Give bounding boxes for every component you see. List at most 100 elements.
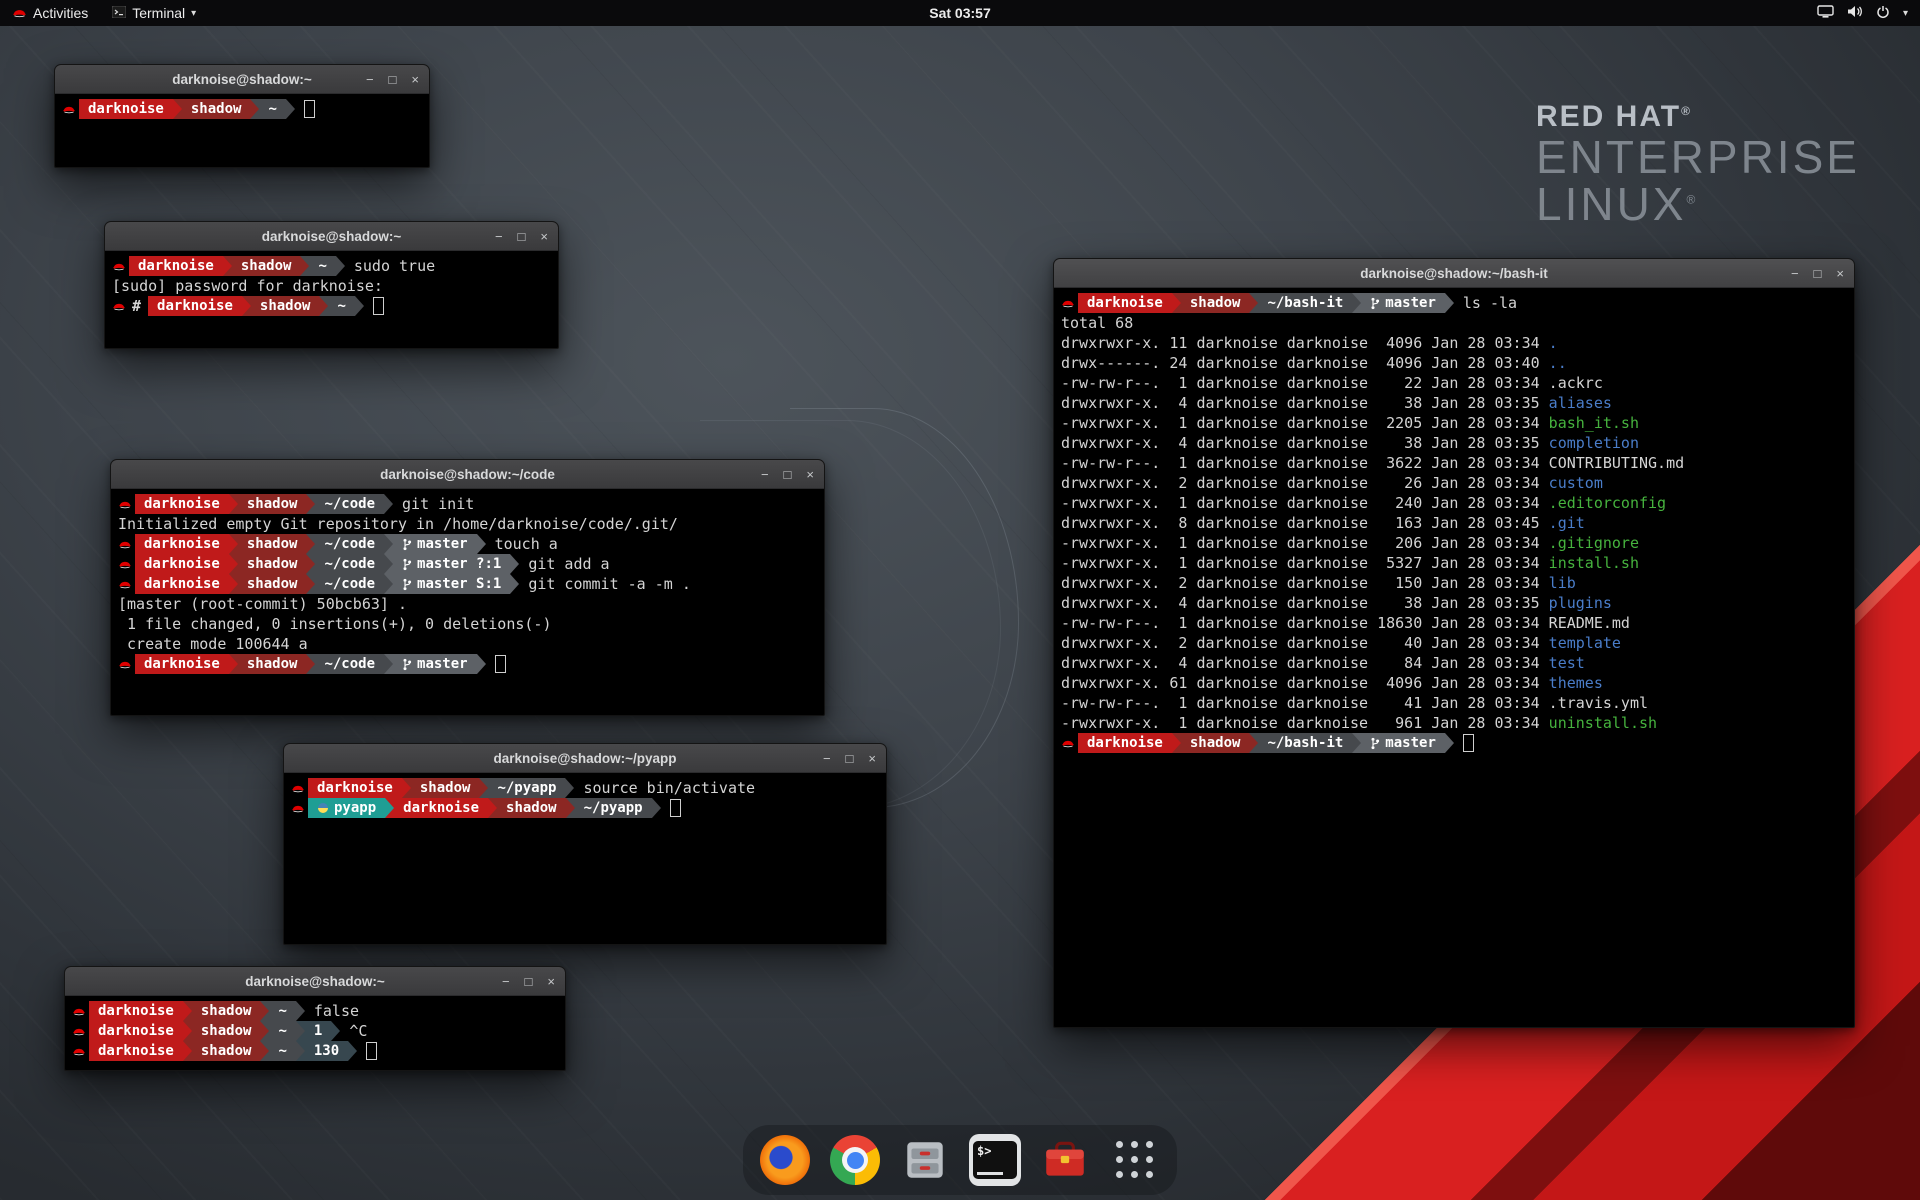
close-button[interactable]: × xyxy=(547,975,555,988)
file-name: uninstall.sh xyxy=(1549,714,1657,732)
brand-red-hat: RED HAT® xyxy=(1536,100,1860,134)
terminal-prompt-line: darknoiseshadow~/codemaster xyxy=(118,654,817,674)
prompt-segment: darknoise xyxy=(1078,293,1172,313)
maximize-button[interactable]: □ xyxy=(784,468,792,481)
terminal-cursor xyxy=(1463,734,1474,752)
dock-firefox-icon[interactable] xyxy=(759,1134,811,1186)
file-name: README.md xyxy=(1549,614,1630,632)
powerline-arrow-icon xyxy=(510,554,519,574)
dock-software-icon[interactable] xyxy=(1039,1134,1091,1186)
powerline-arrow-icon xyxy=(229,534,238,554)
powerline-arrow-icon xyxy=(229,494,238,514)
powerline-arrow-icon xyxy=(296,1041,305,1061)
terminal-prompt-line: darknoiseshadow~/pyappsource bin/activat… xyxy=(291,778,879,798)
window-titlebar[interactable]: darknoise@shadow:~ − □ × xyxy=(105,222,558,251)
minimize-button[interactable]: − xyxy=(502,975,510,988)
terminal-content[interactable]: darknoiseshadow~sudo true[sudo] password… xyxy=(105,251,558,321)
maximize-button[interactable]: □ xyxy=(846,752,854,765)
close-button[interactable]: × xyxy=(806,468,814,481)
terminal-prompt-line: darknoiseshadow~/codemaster S:1git commi… xyxy=(118,574,817,594)
redhat-icon xyxy=(62,104,76,114)
close-button[interactable]: × xyxy=(540,230,548,243)
file-listing-row: drwxrwxr-x. 4 darknoise darknoise 38 Jan… xyxy=(1061,593,1847,613)
maximize-button[interactable]: □ xyxy=(1814,267,1822,280)
maximize-button[interactable]: □ xyxy=(525,975,533,988)
redhat-icon xyxy=(72,1026,86,1036)
powerline-arrow-icon xyxy=(306,554,315,574)
maximize-button[interactable]: □ xyxy=(518,230,526,243)
terminal-content[interactable]: darknoiseshadow~/pyappsource bin/activat… xyxy=(284,773,886,823)
clock[interactable]: Sat 03:57 xyxy=(929,5,990,21)
window-titlebar[interactable]: darknoise@shadow:~/bash-it − □ × xyxy=(1054,259,1854,288)
close-button[interactable]: × xyxy=(1836,267,1844,280)
command-text: git init xyxy=(402,494,474,514)
prompt-segment: master ?:1 xyxy=(393,554,510,574)
minimize-button[interactable]: − xyxy=(366,73,374,86)
terminal-content[interactable]: darknoiseshadow~falsedarknoiseshadow~1^C… xyxy=(65,996,565,1066)
terminal-prompt-line: darknoiseshadow~ xyxy=(62,99,422,119)
terminal-content[interactable]: darknoiseshadow~ xyxy=(55,94,429,124)
file-listing-row: drwxrwxr-x. 8 darknoise darknoise 163 Ja… xyxy=(1061,513,1847,533)
dock-files-icon[interactable] xyxy=(899,1134,951,1186)
activities-button[interactable]: Activities xyxy=(0,0,100,26)
terminal-prompt-line: darknoiseshadow~sudo true xyxy=(112,256,551,276)
file-name: CONTRIBUTING.md xyxy=(1549,454,1684,472)
dock-chrome-icon[interactable] xyxy=(829,1134,881,1186)
window-titlebar[interactable]: darknoise@shadow:~ − □ × xyxy=(55,65,429,94)
prompt-segment: master xyxy=(1361,733,1445,753)
dock-terminal-icon[interactable]: $> xyxy=(969,1134,1021,1186)
minimize-button[interactable]: − xyxy=(823,752,831,765)
prompt-segment: darknoise xyxy=(129,256,223,276)
file-listing-row: -rwxrwxr-x. 1 darknoise darknoise 961 Ja… xyxy=(1061,713,1847,733)
file-listing-row: -rwxrwxr-x. 1 darknoise darknoise 5327 J… xyxy=(1061,553,1847,573)
file-name: .. xyxy=(1549,354,1567,372)
close-button[interactable]: × xyxy=(411,73,419,86)
power-icon xyxy=(1876,5,1890,22)
command-text: false xyxy=(314,1001,359,1021)
file-name: themes xyxy=(1549,674,1603,692)
file-listing-row: -rw-rw-r--. 1 darknoise darknoise 18630 … xyxy=(1061,613,1847,633)
prompt-segment: shadow xyxy=(192,1021,261,1041)
file-listing-row: drwxrwxr-x. 11 darknoise darknoise 4096 … xyxy=(1061,333,1847,353)
powerline-arrow-icon xyxy=(331,1021,340,1041)
close-button[interactable]: × xyxy=(868,752,876,765)
window-titlebar[interactable]: darknoise@shadow:~ − □ × xyxy=(65,967,565,996)
prompt-segment: darknoise xyxy=(308,778,402,798)
minimize-button[interactable]: − xyxy=(1791,267,1799,280)
minimize-button[interactable]: − xyxy=(761,468,769,481)
terminal-prompt-line: pyappdarknoiseshadow~/pyapp xyxy=(291,798,879,818)
maximize-button[interactable]: □ xyxy=(389,73,397,86)
redhat-icon xyxy=(112,261,126,271)
window-titlebar[interactable]: darknoise@shadow:~/code − □ × xyxy=(111,460,824,489)
system-status-area[interactable]: ▾ xyxy=(1805,5,1920,22)
terminal-content[interactable]: darknoiseshadow~/bash-itmasterls -latota… xyxy=(1054,288,1854,758)
prompt-segment: shadow xyxy=(1181,733,1250,753)
terminal-content[interactable]: darknoiseshadow~/codegit initInitialized… xyxy=(111,489,824,679)
prompt-segment: ~/code xyxy=(315,654,384,674)
file-name: bash_it.sh xyxy=(1549,414,1639,432)
prompt-segment: master xyxy=(393,534,477,554)
window-titlebar[interactable]: darknoise@shadow:~/pyapp − □ × xyxy=(284,744,886,773)
redhat-icon xyxy=(118,539,132,549)
terminal-output-line: [master (root-commit) 50bcb63] . xyxy=(118,594,817,614)
powerline-arrow-icon xyxy=(229,554,238,574)
redhat-icon xyxy=(72,1046,86,1056)
powerline-arrow-icon xyxy=(652,798,661,818)
prompt-segment: shadow xyxy=(238,534,307,554)
powerline-arrow-icon xyxy=(306,534,315,554)
app-menu-terminal[interactable]: Terminal ▾ xyxy=(100,0,208,26)
powerline-arrow-icon xyxy=(260,1041,269,1061)
prompt-segment: ~/code xyxy=(315,534,384,554)
redhat-icon xyxy=(118,559,132,569)
prompt-segment: ~/pyapp xyxy=(488,778,565,798)
terminal-icon xyxy=(112,5,126,21)
powerline-arrow-icon xyxy=(402,778,411,798)
powerline-arrow-icon xyxy=(242,296,251,316)
powerline-arrow-icon xyxy=(296,1001,305,1021)
dock-show-apps-icon[interactable] xyxy=(1109,1134,1161,1186)
minimize-button[interactable]: − xyxy=(495,230,503,243)
redhat-icon xyxy=(118,659,132,669)
prompt-segment: shadow xyxy=(411,778,480,798)
powerline-arrow-icon xyxy=(173,99,182,119)
file-name: . xyxy=(1549,334,1558,352)
